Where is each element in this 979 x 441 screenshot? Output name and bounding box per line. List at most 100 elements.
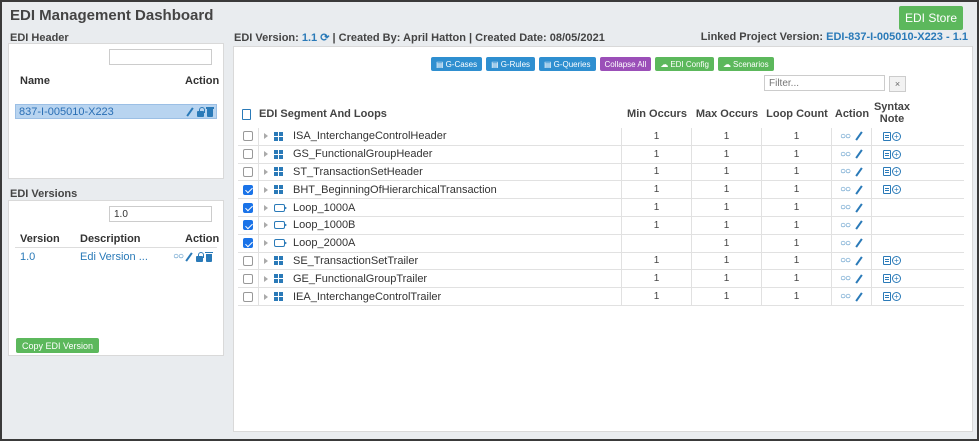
add-icon[interactable]: + [892, 131, 901, 141]
edit-icon[interactable] [855, 131, 863, 141]
link-icon[interactable]: ○○ [840, 131, 851, 142]
row-checkbox[interactable] [243, 255, 253, 266]
link-icon[interactable]: ○○ [840, 291, 851, 302]
grid-row[interactable]: IEA_InterchangeControlTrailer 1 1 1 ○○ + [238, 288, 964, 306]
edi-header-row[interactable]: 837-I-005010-X223 [15, 104, 217, 119]
edit-icon[interactable] [855, 256, 863, 266]
edit-icon[interactable] [855, 238, 863, 248]
unlock-icon[interactable] [196, 107, 205, 117]
edit-icon[interactable] [855, 185, 863, 195]
grid-row[interactable]: GE_FunctionalGroupTrailer 1 1 1 ○○ + [238, 270, 964, 289]
note-icon[interactable] [883, 185, 891, 195]
row-checkbox[interactable] [243, 291, 253, 302]
row-name[interactable]: ST_TransactionSetHeader [293, 166, 423, 178]
unlock-icon[interactable] [195, 251, 205, 262]
row-checkbox[interactable] [243, 184, 253, 195]
filter-input[interactable] [764, 75, 885, 91]
trash-icon[interactable] [205, 251, 214, 262]
link-icon[interactable]: ○○ [840, 273, 851, 284]
row-name[interactable]: BHT_BeginningOfHierarchicalTransaction [293, 184, 497, 196]
edit-icon[interactable] [855, 220, 863, 230]
grid-row[interactable]: Loop_1000A 1 1 1 ○○ [238, 199, 964, 217]
collapse-all-button[interactable]: Collapse All [599, 57, 652, 71]
grid-row[interactable]: ISA_InterchangeControlHeader 1 1 1 ○○ + [238, 128, 964, 146]
expand-icon[interactable] [264, 151, 268, 158]
edi-header-search-input[interactable] [109, 49, 212, 65]
grid-row[interactable]: Loop_1000B 1 1 1 ○○ [238, 216, 964, 235]
refresh-icon[interactable]: ⟳ [320, 32, 329, 44]
row-name[interactable]: ISA_InterchangeControlHeader [293, 130, 446, 142]
g-cases-button[interactable]: ▤ G-Cases [431, 57, 483, 71]
link-icon[interactable]: ○○ [840, 238, 851, 249]
row-checkbox[interactable] [243, 220, 253, 231]
version-row-description[interactable]: Edi Version ... [80, 251, 148, 263]
row-checkbox[interactable] [243, 131, 253, 142]
add-icon[interactable]: + [892, 256, 901, 266]
edi-config-button[interactable]: ☁ EDI Config [655, 57, 714, 71]
g-rules-button[interactable]: ▤ G-Rules [486, 57, 536, 71]
trash-icon[interactable] [206, 107, 214, 117]
expand-icon[interactable] [264, 275, 268, 282]
row-checkbox[interactable] [243, 238, 253, 249]
note-icon[interactable] [883, 292, 891, 302]
grid-row[interactable]: SE_TransactionSetTrailer 1 1 1 ○○ + [238, 252, 964, 271]
col-action-header: Action [834, 108, 870, 120]
row-checkbox[interactable] [243, 149, 253, 160]
note-icon[interactable] [883, 274, 891, 284]
scenarios-button[interactable]: ☁ Scenarios [718, 57, 774, 71]
edit-icon[interactable] [855, 274, 863, 284]
grid-row[interactable]: Loop_2000A 1 1 ○○ [238, 234, 964, 253]
expand-icon[interactable] [264, 204, 268, 211]
expand-icon[interactable] [264, 222, 268, 229]
row-name[interactable]: GE_FunctionalGroupTrailer [293, 273, 427, 285]
expand-icon[interactable] [264, 293, 268, 300]
expand-icon[interactable] [264, 257, 268, 264]
grid-row[interactable]: ST_TransactionSetHeader 1 1 1 ○○ + [238, 163, 964, 182]
edi-versions-search-input[interactable] [109, 206, 212, 222]
edit-icon[interactable] [186, 107, 194, 117]
row-checkbox[interactable] [243, 273, 253, 284]
edit-icon[interactable] [185, 252, 193, 262]
row-checkbox[interactable] [243, 202, 253, 213]
grid-row[interactable]: GS_FunctionalGroupHeader 1 1 1 ○○ + [238, 145, 964, 164]
row-name[interactable]: SE_TransactionSetTrailer [293, 255, 418, 267]
linked-value[interactable]: EDI-837-I-005010-X223 - 1.1 [826, 31, 968, 43]
edit-icon[interactable] [855, 292, 863, 302]
row-checkbox[interactable] [243, 166, 253, 177]
row-name[interactable]: Loop_1000A [293, 202, 355, 214]
note-icon[interactable] [883, 131, 891, 141]
expand-icon[interactable] [264, 168, 268, 175]
edit-icon[interactable] [855, 203, 863, 213]
link-icon[interactable]: ○○ [173, 251, 184, 262]
edi-store-button[interactable]: EDI Store [899, 6, 963, 30]
clear-filter-button[interactable]: × [889, 76, 906, 92]
link-icon[interactable]: ○○ [840, 255, 851, 266]
link-icon[interactable]: ○○ [840, 166, 851, 177]
edit-icon[interactable] [855, 167, 863, 177]
add-icon[interactable]: + [892, 274, 901, 284]
edit-icon[interactable] [855, 149, 863, 159]
add-icon[interactable]: + [892, 167, 901, 177]
add-icon[interactable]: + [892, 149, 901, 159]
link-icon[interactable]: ○○ [840, 202, 851, 213]
row-note-cell: + [872, 270, 912, 287]
add-icon[interactable]: + [892, 292, 901, 302]
copy-edi-version-button[interactable]: Copy EDI Version [16, 338, 100, 353]
note-icon[interactable] [883, 149, 891, 159]
link-icon[interactable]: ○○ [840, 149, 851, 160]
expand-icon[interactable] [264, 240, 268, 247]
add-icon[interactable]: + [892, 185, 901, 195]
g-queries-button[interactable]: ▤ G-Queries [539, 57, 596, 71]
row-name[interactable]: Loop_1000B [293, 219, 355, 231]
note-icon[interactable] [883, 167, 891, 177]
grid-row[interactable]: BHT_BeginningOfHierarchicalTransaction 1 1… [238, 181, 964, 200]
link-icon[interactable]: ○○ [840, 220, 851, 231]
row-name[interactable]: IEA_InterchangeControlTrailer [293, 291, 441, 303]
expand-icon[interactable] [264, 186, 268, 193]
note-icon[interactable] [883, 256, 891, 266]
expand-icon[interactable] [264, 133, 268, 140]
row-name[interactable]: GS_FunctionalGroupHeader [293, 148, 432, 160]
link-icon[interactable]: ○○ [840, 184, 851, 195]
version-row-version[interactable]: 1.0 [20, 251, 35, 263]
row-name[interactable]: Loop_2000A [293, 237, 355, 249]
